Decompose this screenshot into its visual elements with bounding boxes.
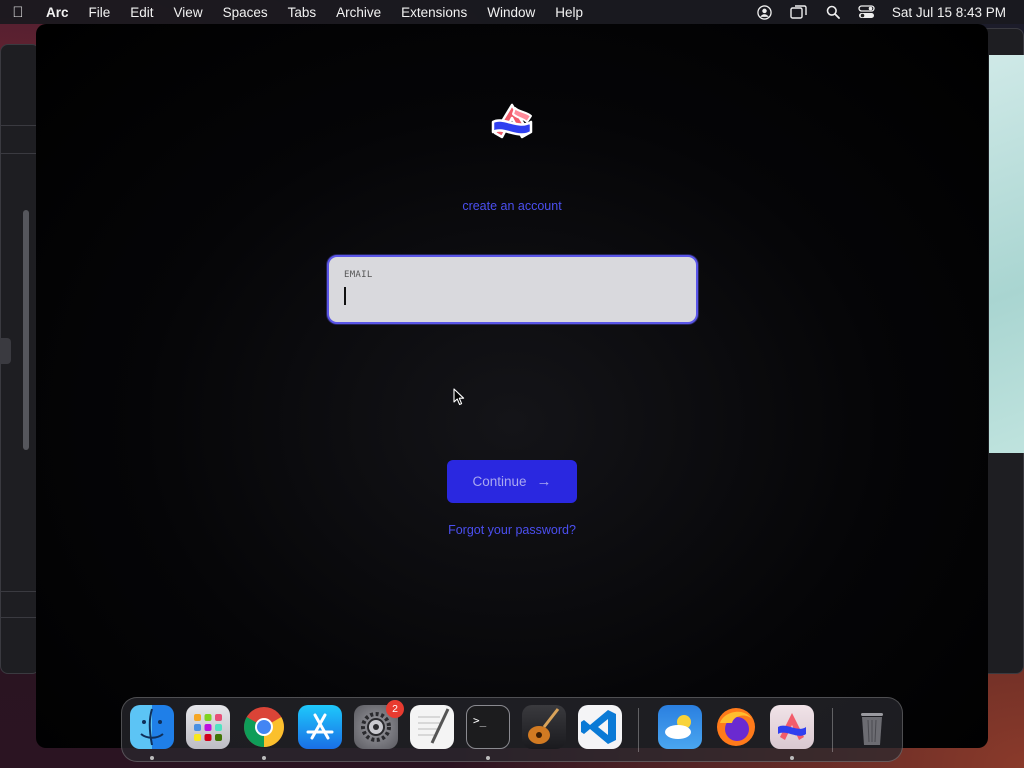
running-indicator: [262, 756, 266, 760]
firefox-icon[interactable]: [714, 705, 758, 749]
vscode-icon[interactable]: [578, 705, 622, 749]
mouse-pointer-icon: [453, 388, 465, 406]
menu-view[interactable]: View: [164, 5, 213, 20]
finder-icon[interactable]: [130, 705, 174, 749]
arrow-right-icon: →: [536, 473, 552, 490]
dock-separator: [832, 708, 833, 752]
menu-app-name[interactable]: Arc: [36, 5, 79, 20]
running-indicator: [790, 756, 794, 760]
running-indicator: [150, 756, 154, 760]
menu-window[interactable]: Window: [477, 5, 545, 20]
terminal-icon[interactable]: >_: [466, 705, 510, 749]
forgot-password-link[interactable]: Forgot your password?: [36, 523, 988, 537]
menu-archive[interactable]: Archive: [326, 5, 391, 20]
continue-button[interactable]: Continue →: [447, 460, 577, 503]
menu-spaces[interactable]: Spaces: [213, 5, 278, 20]
chrome-icon[interactable]: [242, 705, 286, 749]
dock-separator: [638, 708, 639, 752]
email-input[interactable]: [343, 287, 683, 307]
scrollbar[interactable]: [23, 210, 29, 450]
notification-badge: 2: [386, 700, 404, 718]
settings-gear-icon[interactable]: 2: [354, 700, 404, 749]
window-edge-tab: [1, 338, 11, 364]
email-field[interactable]: EMAIL: [327, 255, 698, 324]
menu-edit[interactable]: Edit: [120, 5, 163, 20]
text-caret: [344, 287, 346, 305]
create-account-link[interactable]: create an account: [36, 199, 988, 213]
apple-menu-icon[interactable]: : [0, 4, 36, 21]
menu-clock[interactable]: Sat Jul 15 8:43 PM: [884, 5, 1006, 20]
arc-login-window: create an account EMAIL Continue → Forgo…: [36, 24, 988, 748]
spotlight-search-icon[interactable]: [816, 5, 850, 19]
screen-mirroring-icon[interactable]: [782, 4, 816, 20]
control-center-icon[interactable]: [850, 5, 884, 19]
menu-bar:  Arc File Edit View Spaces Tabs Archive…: [0, 0, 1024, 24]
menu-tabs[interactable]: Tabs: [278, 5, 327, 20]
running-indicator: [486, 756, 490, 760]
background-window-content: [989, 55, 1024, 453]
menu-file[interactable]: File: [79, 5, 121, 20]
arc-logo-icon: [491, 103, 533, 139]
background-window-left[interactable]: [0, 44, 40, 674]
email-field-label: EMAIL: [344, 270, 373, 280]
trash-icon[interactable]: [850, 705, 894, 749]
garageband-guitar-icon[interactable]: [522, 705, 566, 749]
weather-icon[interactable]: [658, 705, 702, 749]
app-store-icon[interactable]: [298, 705, 342, 749]
arc-icon[interactable]: [770, 705, 814, 749]
continue-button-label: Continue: [472, 474, 527, 489]
menu-extensions[interactable]: Extensions: [391, 5, 477, 20]
menu-help[interactable]: Help: [545, 5, 593, 20]
dock: 2 >_: [121, 697, 903, 762]
launchpad-icon[interactable]: [186, 705, 230, 749]
user-account-icon[interactable]: [748, 4, 782, 20]
textedit-icon[interactable]: [410, 705, 454, 749]
svg-text:>_: >_: [473, 714, 487, 727]
